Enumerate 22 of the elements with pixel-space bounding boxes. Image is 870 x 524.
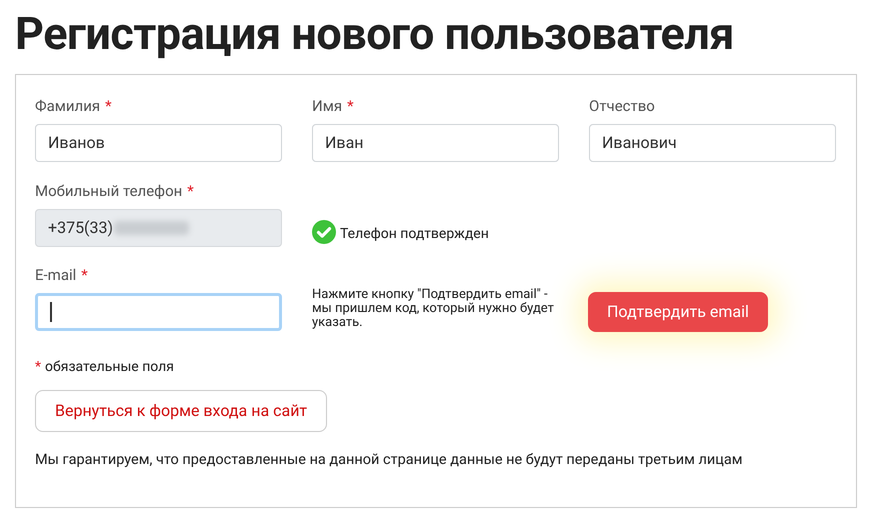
- field-label: Отчество: [589, 97, 655, 115]
- field-label: Фамилия: [35, 97, 100, 115]
- back-to-login-button[interactable]: Вернуться к форме входа на сайт: [35, 390, 328, 432]
- confirm-email-button[interactable]: Подтвердить email: [588, 292, 768, 332]
- text-field[interactable]: [35, 293, 282, 331]
- email-hint: Нажмите кнопку "Подтвердить email" - мы пришлем код, который нужно будет указать.: [312, 288, 555, 330]
- required-mark: *: [35, 359, 42, 375]
- text-field[interactable]: Иванович: [589, 124, 836, 162]
- required-mark: *: [187, 182, 194, 200]
- privacy-note: Мы гарантируем, что предоставленные на данной странице данные не будут переданы третьим лицам: [35, 450, 744, 470]
- text-cursor: [50, 302, 52, 322]
- field-label: Имя: [312, 97, 342, 115]
- text-field[interactable]: Иванов: [35, 124, 282, 162]
- page-title: Регистрация нового пользователя: [15, 6, 735, 62]
- required-mark: *: [81, 266, 88, 284]
- required-note: обязательные поля: [45, 359, 174, 375]
- field-label: E-mail: [35, 266, 76, 284]
- required-mark: *: [105, 97, 112, 115]
- text-field[interactable]: Иван: [312, 124, 559, 162]
- field-label: Мобильный телефон: [35, 182, 182, 200]
- required-mark: *: [347, 97, 354, 115]
- phone-status: Телефон подтвержден: [340, 225, 489, 244]
